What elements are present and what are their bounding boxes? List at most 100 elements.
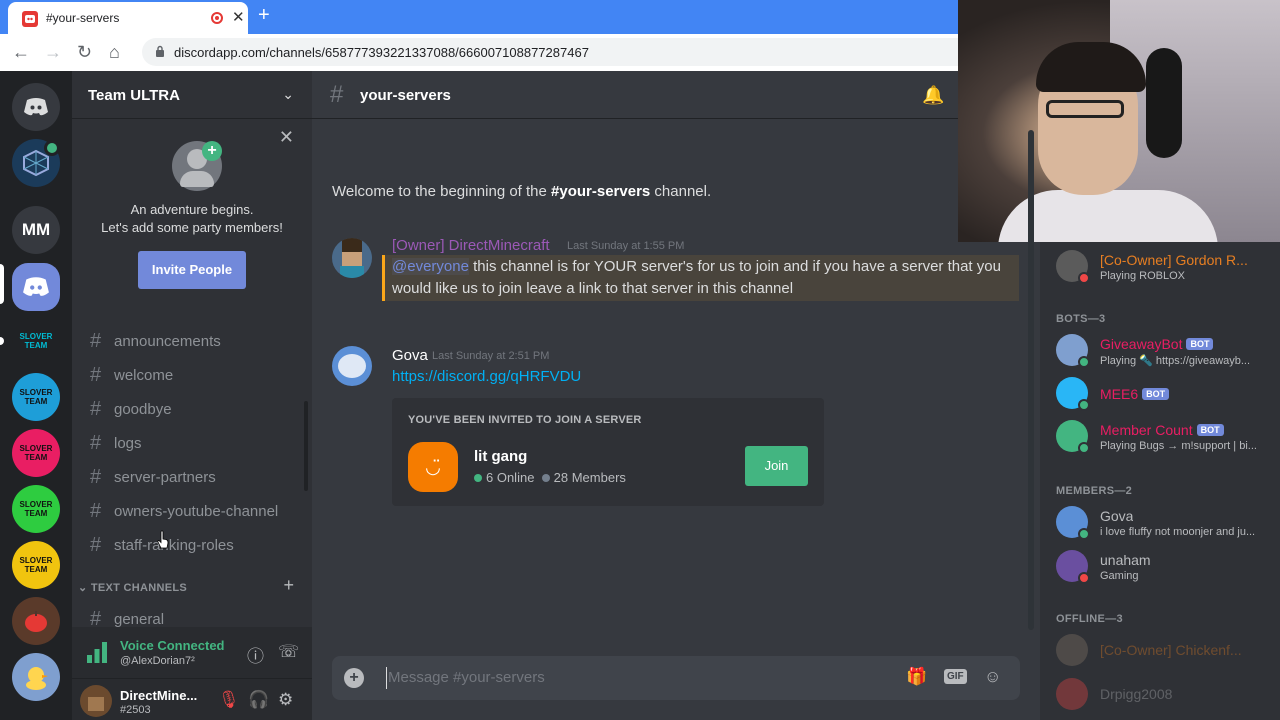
member-name: [Co-Owner] Chickenf...	[1100, 642, 1242, 658]
server-icon-team-ultra[interactable]	[12, 263, 60, 311]
everyone-mention[interactable]: @everyone	[392, 258, 469, 275]
server-icon-apple[interactable]	[12, 597, 60, 645]
member-item[interactable]: unaham Gaming	[1056, 550, 1276, 592]
gif-icon[interactable]: GIF	[944, 669, 967, 684]
avatar[interactable]	[332, 238, 372, 278]
member-item[interactable]: GiveawayBot BOT Playing 🔦 https://giveawa…	[1056, 334, 1276, 376]
browser-tab[interactable]: #your-servers ✕	[8, 2, 248, 34]
unread-indicator	[0, 337, 4, 345]
invite-stats: 6 Online 28 Members	[474, 470, 626, 485]
server-icon-slover-2[interactable]: SLOVER TEAM	[12, 373, 60, 421]
avatar	[1056, 678, 1088, 710]
channel-welcome[interactable]: # welcome	[90, 363, 173, 387]
channel-goodbye[interactable]: # goodbye	[90, 397, 172, 421]
server-icon-slover-4[interactable]: SLOVER TEAM	[12, 485, 60, 533]
channel-general[interactable]: # general	[90, 607, 164, 628]
member-activity: i love fluffy not moonjer and ju...	[1100, 526, 1256, 538]
gear-icon[interactable]: ⚙	[278, 690, 293, 710]
member-name: GiveawayBot BOT	[1100, 336, 1214, 352]
member-item[interactable]: Gova i love fluffy not moonjer and ju...	[1056, 506, 1276, 548]
server-icon-slover-1[interactable]: SLOVER TEAM	[12, 317, 60, 365]
bot-badge: BOT	[1142, 388, 1170, 400]
add-channel-icon[interactable]: +	[283, 575, 294, 596]
server-icon-duck[interactable]	[12, 653, 60, 701]
server-icon-slover-3[interactable]: SLOVER TEAM	[12, 429, 60, 477]
members-dot-icon	[541, 474, 550, 482]
message-composer[interactable]: + Message #your-servers 🎁 GIF ☺	[332, 656, 1020, 700]
online-status-icon	[1078, 442, 1090, 454]
bots-group-header: BOTS—3	[1056, 313, 1106, 325]
chat-scrollbar[interactable]	[1028, 130, 1034, 630]
channel-label: logs	[114, 434, 142, 452]
close-icon[interactable]: ✕	[279, 127, 294, 148]
channel-announcements[interactable]: # announcements	[90, 329, 221, 353]
info-icon[interactable]: ⓘ	[247, 642, 264, 667]
member-name: [Co-Owner] Gordon R...	[1100, 252, 1248, 268]
member-item[interactable]: [Co-Owner] Chickenf...	[1056, 634, 1276, 676]
message-text: @everyone this channel is for YOUR serve…	[392, 256, 1002, 300]
new-tab-button[interactable]: +	[258, 4, 270, 27]
chevron-down-icon[interactable]: ⌄	[282, 86, 294, 103]
message-input[interactable]: Message #your-servers	[388, 669, 545, 686]
category-text-channels[interactable]: ⌄ TEXT CHANNELS	[78, 581, 187, 594]
hash-icon: #	[90, 363, 102, 386]
server-icon-mm[interactable]: MM	[12, 206, 60, 254]
active-server-indicator	[0, 264, 4, 304]
channel-label: staff-ranking-roles	[114, 536, 234, 554]
channel-list: # announcements # welcome # goodbye # logs #…	[72, 309, 312, 628]
invite-heading: YOU'VE BEEN INVITED TO JOIN A SERVER	[408, 414, 642, 426]
voice-speaker-badge-icon	[44, 140, 60, 156]
address-bar[interactable]: discordapp.com/channels/6587773932213370…	[142, 38, 958, 66]
member-item[interactable]: MEE6 BOT	[1056, 377, 1276, 419]
reload-icon[interactable]: ↻	[77, 42, 92, 63]
online-count: 6 Online	[486, 470, 535, 485]
hash-icon: #	[90, 465, 102, 488]
online-status-icon	[1078, 356, 1090, 368]
invite-guild-name: lit gang	[474, 448, 528, 465]
message-author[interactable]: Gova	[392, 347, 428, 364]
channel-logs[interactable]: # logs	[90, 431, 142, 455]
emoji-icon[interactable]: ☺	[984, 667, 1001, 687]
deafen-icon[interactable]: 🎧	[248, 690, 269, 710]
voice-panel: Voice Connected @AlexDorian7² ⓘ ☏	[72, 627, 312, 679]
back-icon[interactable]: ←	[12, 42, 30, 63]
member-name: unaham	[1100, 552, 1151, 568]
member-list: [Co-Owner] Gordon R... Playing ROBLOX BO…	[1040, 242, 1280, 720]
bell-icon[interactable]: 🔔	[922, 85, 944, 105]
forward-icon[interactable]: →	[44, 42, 62, 63]
home-icon[interactable]: ⌂	[109, 42, 120, 63]
plus-badge-icon: +	[202, 141, 222, 161]
welcome-suffix: channel.	[650, 183, 712, 200]
mute-icon[interactable]: 🎙	[218, 690, 240, 710]
voice-status[interactable]: Voice Connected	[120, 638, 225, 653]
gift-icon[interactable]: 🎁	[906, 667, 927, 687]
browser-toolbar: ← → ↻ ⌂ discordapp.com/channels/65877739…	[0, 34, 958, 71]
bot-name: Member Count	[1100, 422, 1193, 438]
browser-window: #your-servers ✕ + ← → ↻ ⌂ discordapp.com…	[0, 0, 958, 71]
discord-home-icon[interactable]	[12, 83, 60, 131]
welcome-channel: #your-servers	[551, 183, 651, 200]
sidebar-scrollbar[interactable]	[304, 401, 308, 491]
hash-icon: #	[90, 329, 102, 352]
channel-owners-youtube-channel[interactable]: # owners-youtube-channel	[90, 499, 278, 523]
member-item[interactable]: Member Count BOT Playing Bugs → m!support…	[1056, 420, 1276, 462]
message-author[interactable]: [Owner] DirectMinecraft	[392, 237, 550, 254]
avatar[interactable]	[332, 346, 372, 386]
tab-close-icon[interactable]: ✕	[232, 8, 245, 26]
channel-server-partners[interactable]: # server-partners	[90, 465, 216, 489]
bot-badge: BOT	[1196, 424, 1224, 436]
voice-server: @AlexDorian7²	[120, 655, 195, 667]
server-icon-slover-5[interactable]: SLOVER TEAM	[12, 541, 60, 589]
disconnect-icon[interactable]: ☏	[278, 642, 299, 662]
avatar[interactable]	[80, 685, 112, 717]
member-activity: Playing ROBLOX	[1100, 270, 1185, 282]
member-item[interactable]: Drpigg2008	[1056, 678, 1276, 720]
member-item[interactable]: [Co-Owner] Gordon R... Playing ROBLOX	[1056, 250, 1276, 292]
upload-plus-icon[interactable]: +	[344, 668, 364, 688]
channel-welcome-text: Welcome to the beginning of the #your-se…	[332, 183, 711, 200]
guild-header[interactable]: Team ULTRA ⌄	[72, 71, 312, 119]
invite-people-button[interactable]: Invite People	[138, 251, 246, 289]
invite-link[interactable]: https://discord.gg/qHRFVDU	[392, 368, 581, 385]
join-button[interactable]: Join	[745, 446, 808, 486]
member-activity: Playing Bugs → m!support | bi...	[1100, 440, 1257, 452]
